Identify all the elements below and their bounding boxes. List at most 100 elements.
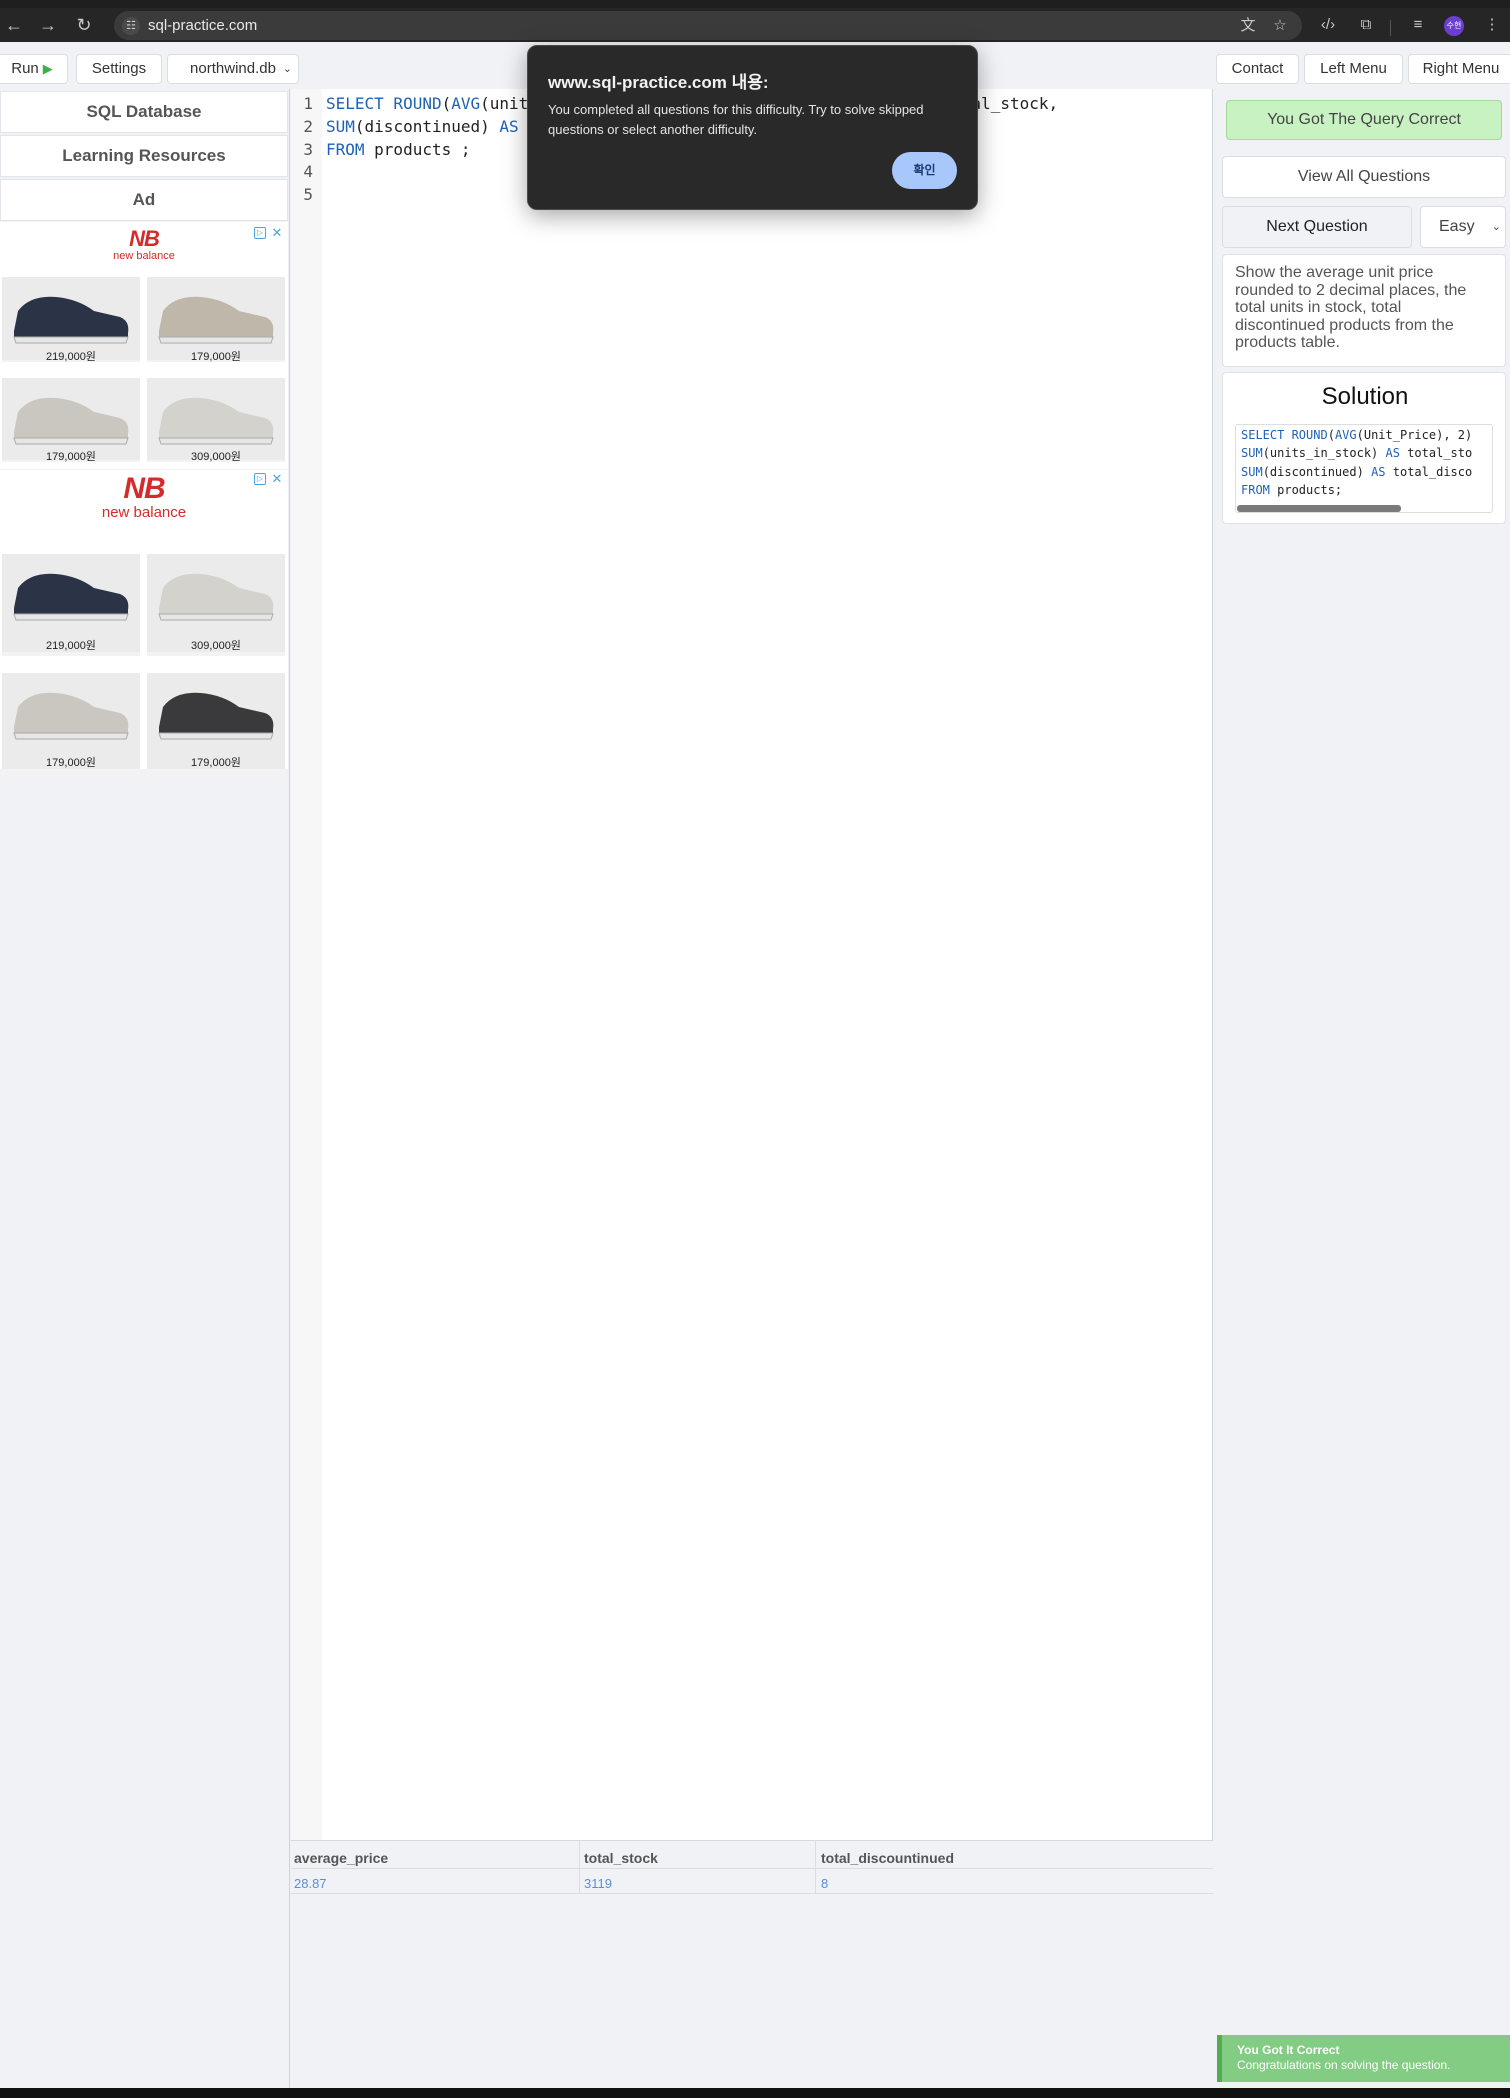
code-token: (Unit_Price), 2) (1356, 428, 1473, 442)
solution-code-line: FROM products; (1241, 483, 1342, 497)
line-number: 5 (303, 185, 313, 204)
results-divider (579, 1841, 580, 1893)
solution-code-line: SELECT ROUND(AVG(Unit_Price), 2) (1241, 428, 1472, 442)
sql-keyword: AS (1385, 446, 1400, 460)
sql-keyword: SELECT ROUND (326, 94, 442, 113)
next-question-button[interactable]: Next Question (1222, 206, 1412, 248)
sql-keyword: FROM (326, 140, 365, 159)
ad-choices-icon[interactable]: ▷ (254, 227, 266, 239)
url-text[interactable]: sql-practice.com (148, 17, 257, 34)
left-menu-button[interactable]: Left Menu (1304, 54, 1403, 84)
site-settings-icon[interactable]: ☷ (122, 17, 140, 35)
solution-panel: Solution SELECT ROUND(AVG(Unit_Price), 2… (1222, 372, 1506, 524)
database-select[interactable]: northwind.db ⌄ (167, 54, 299, 84)
sql-keyword: AVG (451, 94, 481, 113)
sidebar-item-sql-database[interactable]: SQL Database (0, 91, 288, 133)
code-token: (discontinued) (354, 117, 500, 136)
code-token: total_disco (1385, 465, 1473, 479)
ad-product-card[interactable]: 309,000원 (147, 554, 285, 656)
code-token: (discontinued) (1262, 465, 1372, 479)
sidebar-item-learning-resources[interactable]: Learning Resources (0, 135, 288, 177)
line-number: 3 (303, 140, 313, 159)
forward-arrow-icon[interactable]: → (34, 8, 62, 42)
solution-code: SELECT ROUND(AVG(Unit_Price), 2) SUM(unit… (1235, 424, 1493, 513)
line-number-gutter: 1 2 3 4 5 (291, 89, 322, 1840)
sql-keyword: FROM (1241, 483, 1270, 497)
correct-status-banner: You Got The Query Correct (1226, 100, 1502, 140)
profile-avatar[interactable]: 수현 (1444, 16, 1464, 36)
run-label: Run (11, 60, 39, 77)
ad-product-card[interactable]: 219,000원 (2, 554, 140, 656)
ad-product-card[interactable]: 179,000원 (2, 673, 140, 775)
code-token: total_sto (1399, 446, 1473, 460)
ad-choices-icon[interactable]: ▷ (254, 473, 266, 485)
play-icon: ▶ (42, 61, 53, 76)
close-icon[interactable]: ✕ (270, 472, 284, 486)
code-token: ( (1327, 428, 1335, 442)
success-toast: You Got It Correct Congratulations on so… (1217, 2035, 1510, 2082)
ad-product-card[interactable]: 179,000원 (147, 673, 285, 775)
dialog-message: You completed all questions for this dif… (548, 102, 924, 137)
results-header-average-price: average_price (294, 1850, 389, 1866)
solution-title: Solution (1321, 383, 1409, 410)
code-token: (unit (480, 94, 529, 113)
new-balance-logo: NB new balance (101, 472, 187, 522)
ad-product-card[interactable]: 179,000원 (147, 277, 285, 363)
settings-button[interactable]: Settings (76, 54, 162, 84)
sql-keyword: AS (499, 117, 519, 136)
toast-title: You Got It Correct (1237, 2043, 1340, 2057)
line-number: 2 (303, 117, 313, 136)
code-line[interactable]: SUM(discontinued) AS (326, 117, 519, 136)
difficulty-select[interactable]: Easy ⌄ (1420, 206, 1506, 248)
ad-product-price: 219,000원 (46, 351, 96, 363)
line-number: 1 (303, 94, 313, 113)
ad-product-card[interactable]: 179,000원 (2, 378, 140, 463)
sql-keyword: AVG (1334, 428, 1357, 442)
extensions-icon[interactable]: ⧉ (1354, 14, 1378, 36)
ad-banner[interactable]: NB new balance ▷ ✕ 219,000원 309,000원 179… (0, 470, 288, 775)
code-token: products ; (364, 140, 471, 159)
devtools-icon[interactable]: ‹/› (1316, 14, 1340, 36)
ad-product-card[interactable]: 309,000원 (147, 378, 285, 463)
bookmark-star-icon[interactable]: ☆ (1269, 15, 1291, 37)
view-all-questions-button[interactable]: View All Questions (1222, 156, 1506, 198)
line-number: 4 (303, 162, 313, 181)
results-table: average_price total_stock total_discount… (291, 1840, 1213, 2098)
results-cell: 8 (821, 1876, 829, 1891)
results-cell: 3119 (584, 1876, 612, 1891)
results-divider (291, 1868, 1213, 1869)
back-arrow-icon[interactable]: ← (0, 8, 28, 42)
chevron-down-icon: ⌄ (1491, 221, 1501, 233)
ad-banner[interactable]: NB new balance ▷ ✕ 219,000원 179,000원 179… (0, 222, 288, 469)
ad-product-price: 309,000원 (191, 640, 241, 652)
horizontal-scrollbar[interactable] (1237, 505, 1401, 512)
new-balance-logo: NB new balance (113, 226, 175, 263)
sidebar-item-ad[interactable]: Ad (0, 179, 288, 221)
ad-product-price: 219,000원 (46, 640, 96, 652)
address-bar[interactable]: ☷ sql-practice.com 文 ☆ (114, 11, 1302, 40)
dialog-ok-button[interactable]: 확인 (892, 152, 957, 189)
close-icon[interactable]: ✕ (270, 226, 284, 240)
code-line[interactable]: FROM products ; (326, 140, 471, 159)
bottom-strip (0, 2088, 1510, 2098)
more-menu-icon[interactable]: ⋮ (1480, 14, 1504, 36)
dialog-title: www.sql-practice.com 내용: (548, 73, 769, 92)
contact-button[interactable]: Contact (1216, 54, 1299, 84)
right-menu-button[interactable]: Right Menu (1408, 54, 1510, 84)
reading-list-icon[interactable]: ≡ (1406, 14, 1430, 36)
sql-editor[interactable]: 12345 SELECT ROUND(AVG(unit k) AS total_… (291, 89, 1213, 1840)
translate-icon[interactable]: 文 (1237, 15, 1259, 37)
ad-product-price: 179,000원 (191, 757, 241, 769)
solution-code-line: SUM(discontinued) AS total_disco (1241, 465, 1472, 479)
results-divider (815, 1841, 816, 1893)
browser-tab-strip (0, 0, 1510, 8)
sql-keyword: AS (1371, 465, 1386, 479)
run-button[interactable]: Run ▶ (0, 54, 68, 84)
results-divider (291, 1893, 1213, 1894)
code-token: ( (441, 94, 452, 113)
reload-icon[interactable]: ↻ (70, 8, 98, 42)
left-sidebar: SQL Database Learning Resources Ad NB ne… (0, 89, 290, 2098)
ad-product-card[interactable]: 219,000원 (2, 277, 140, 363)
ad-product-price: 179,000원 (46, 757, 96, 769)
alert-dialog: www.sql-practice.com 내용: You completed a… (527, 45, 978, 210)
